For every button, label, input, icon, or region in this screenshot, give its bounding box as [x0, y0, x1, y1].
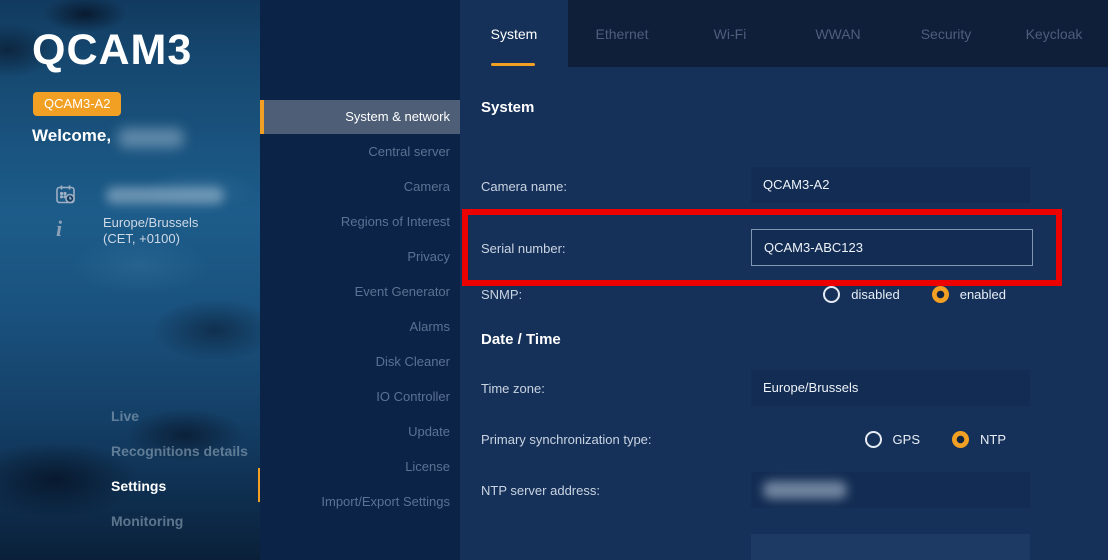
time-zone-input[interactable]: Europe/Brussels	[751, 370, 1030, 406]
primary-sync-radio-group: GPS NTP	[751, 427, 1030, 451]
menu-item-central-server[interactable]: Central server	[260, 134, 460, 169]
menu-item-license[interactable]: License	[260, 449, 460, 484]
app-window: QCAM3 QCAM3-A2 Welcome, i Europe/Brussel…	[0, 0, 1108, 560]
main-content: System Ethernet Wi-Fi WWAN Security Keyc…	[460, 0, 1108, 560]
tab-system-label: System	[490, 25, 538, 42]
menu-item-privacy[interactable]: Privacy	[260, 239, 460, 274]
redacted-username	[118, 128, 184, 148]
datetime-section-heading: Date / Time	[481, 331, 561, 348]
ntp-server-label: NTP server address:	[481, 483, 600, 498]
serial-number-label: Serial number:	[481, 241, 566, 256]
snmp-enabled-label: enabled	[959, 286, 1006, 302]
tab-ethernet[interactable]: Ethernet	[568, 0, 676, 67]
time-zone-label: Time zone:	[481, 381, 545, 396]
radio-checked-icon[interactable]	[931, 285, 949, 303]
menu-item-io-controller[interactable]: IO Controller	[260, 379, 460, 414]
sync-gps-label: GPS	[892, 431, 920, 447]
info-icon: i	[56, 216, 63, 241]
redacted-datetime	[106, 187, 224, 204]
menu-item-camera[interactable]: Camera	[260, 169, 460, 204]
camera-name-input[interactable]: QCAM3-A2	[751, 167, 1030, 203]
sidebar-item-live[interactable]: Live	[111, 408, 139, 424]
tab-keycloak[interactable]: Keycloak	[1000, 0, 1108, 67]
redacted-ntp-address	[763, 481, 847, 499]
active-tab-underline	[491, 63, 535, 66]
primary-sync-label: Primary synchronization type:	[481, 432, 652, 447]
tab-bar: System Ethernet Wi-Fi WWAN Security Keyc…	[460, 0, 1108, 67]
calendar-clock-icon	[54, 183, 78, 212]
snmp-radio-group: disabled enabled	[751, 282, 1030, 306]
serial-number-input[interactable]: QCAM3-ABC123	[751, 229, 1033, 266]
snmp-disabled-option[interactable]: disabled	[823, 285, 900, 303]
snmp-disabled-label: disabled	[851, 286, 900, 302]
settings-menu: System & network Central server Camera R…	[260, 100, 460, 519]
timezone-name: Europe/Brussels	[103, 215, 199, 230]
camera-name-label: Camera name:	[481, 179, 567, 194]
snmp-label: SNMP:	[481, 287, 523, 302]
sync-ntp-label: NTP	[980, 431, 1006, 447]
settings-menu-sidebar: System & network Central server Camera R…	[260, 0, 460, 560]
menu-item-regions-of-interest[interactable]: Regions of Interest	[260, 204, 460, 239]
main-sidebar: QCAM3 QCAM3-A2 Welcome, i Europe/Brussel…	[0, 0, 260, 560]
radio-unchecked-icon[interactable]	[864, 430, 882, 448]
tab-wifi[interactable]: Wi-Fi	[676, 0, 784, 67]
tab-system[interactable]: System	[460, 0, 568, 67]
radio-unchecked-icon[interactable]	[823, 285, 841, 303]
welcome-text: Welcome,	[32, 126, 112, 145]
system-section-heading: System	[481, 99, 535, 116]
sync-gps-option[interactable]: GPS	[864, 430, 920, 448]
snmp-enabled-option[interactable]: enabled	[931, 285, 1006, 303]
menu-item-alarms[interactable]: Alarms	[260, 309, 460, 344]
brand-title: QCAM3	[32, 26, 193, 74]
sidebar-item-settings[interactable]: Settings	[111, 478, 166, 494]
menu-item-update[interactable]: Update	[260, 414, 460, 449]
sync-ntp-option[interactable]: NTP	[952, 430, 1006, 448]
next-field-input-partial[interactable]	[751, 534, 1030, 560]
timezone-offset: (CET, +0100)	[103, 231, 180, 246]
menu-item-import-export-settings[interactable]: Import/Export Settings	[260, 484, 460, 519]
tab-security[interactable]: Security	[892, 0, 1000, 67]
device-badge: QCAM3-A2	[33, 92, 122, 116]
menu-item-system-network[interactable]: System & network	[260, 100, 460, 134]
tab-wwan[interactable]: WWAN	[784, 0, 892, 67]
menu-item-disk-cleaner[interactable]: Disk Cleaner	[260, 344, 460, 379]
sidebar-item-monitoring[interactable]: Monitoring	[111, 513, 183, 529]
menu-item-event-generator[interactable]: Event Generator	[260, 274, 460, 309]
sidebar-item-recognitions-details[interactable]: Recognitions details	[111, 443, 248, 459]
radio-checked-icon[interactable]	[952, 430, 969, 448]
